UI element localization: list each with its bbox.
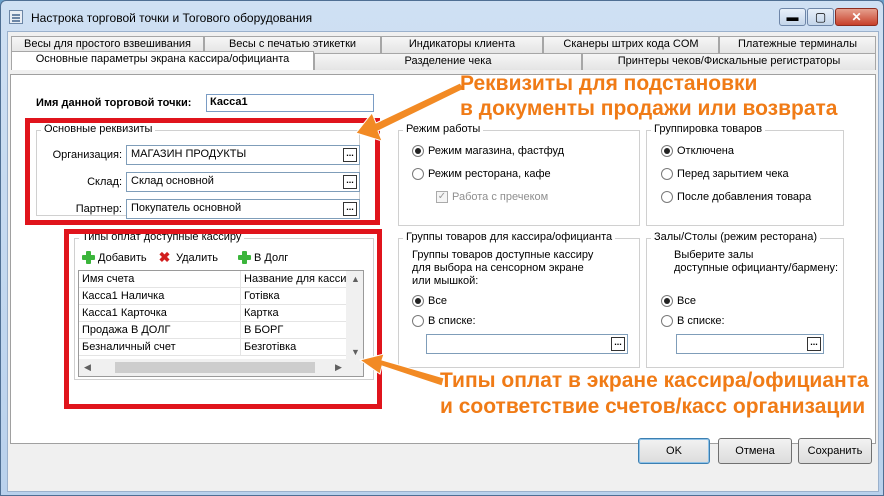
- product-groups-desc-3: или мышкой:: [412, 275, 479, 287]
- tab-customer-display[interactable]: Индикаторы клиента: [381, 36, 543, 53]
- product-groups-select-button[interactable]: ...: [611, 337, 625, 351]
- grouping-title: Группировка товаров: [651, 123, 766, 135]
- arrow-requisites: [355, 82, 465, 142]
- product-groups-list-radio[interactable]: В списке:: [412, 315, 476, 327]
- tab-receipt-printers[interactable]: Принтеры чеков/Фискальные регистраторы: [582, 53, 876, 70]
- grouping-before-close-label: Перед зарытием чека: [677, 168, 789, 180]
- settings-window: Настрока торговой точки и Тогового обору…: [0, 0, 884, 496]
- precheck-checkbox[interactable]: ✓ Работа с пречеком: [436, 191, 548, 203]
- payments-highlight: [64, 229, 382, 409]
- ok-button[interactable]: OK: [638, 438, 710, 464]
- halls-desc-1: Выберите залы: [674, 249, 754, 261]
- cancel-button[interactable]: Отмена: [718, 438, 792, 464]
- tab-check-split[interactable]: Разделение чека: [314, 53, 582, 70]
- close-button[interactable]: ✕: [835, 8, 878, 26]
- tab-payment-terminals[interactable]: Платежные терминалы: [719, 36, 876, 53]
- radio-selected-icon: [661, 145, 673, 157]
- grouping-after-add-label: После добавления товара: [677, 191, 812, 203]
- requisites-highlight: [25, 118, 380, 225]
- product-groups-desc-1: Группы товаров доступные кассиру: [412, 249, 594, 261]
- product-groups-all-radio[interactable]: Все: [412, 295, 447, 307]
- radio-icon: [661, 315, 673, 327]
- annotation-requisites-2: в документы продажи или возврата: [460, 97, 838, 120]
- arrow-payments: [358, 353, 445, 387]
- grouping-off-radio[interactable]: Отключена: [661, 145, 734, 157]
- product-groups-desc-2: для выбора на сенсорном экране: [412, 262, 584, 274]
- tab-barcode-scanners[interactable]: Сканеры штрих кода COM: [543, 36, 719, 53]
- annotation-requisites-1: Реквизиты для подстановки: [460, 72, 758, 95]
- radio-icon: [661, 191, 673, 203]
- mode-restaurant-radio[interactable]: Режим ресторана, кафе: [412, 168, 551, 180]
- product-groups-list-label: В списке:: [428, 315, 476, 327]
- radio-selected-icon: [412, 295, 424, 307]
- tabs-row-2: Основные параметры экрана кассира/официа…: [8, 51, 878, 70]
- precheck-label: Работа с пречеком: [452, 191, 549, 203]
- halls-list-radio[interactable]: В списке:: [661, 315, 725, 327]
- name-label: Имя данной торговой точки:: [36, 97, 192, 109]
- radio-icon: [412, 315, 424, 327]
- dialog-client: Весы для простого взвешивания Весы с печ…: [7, 31, 879, 492]
- window-title: Настрока торговой точки и Тогового обору…: [31, 11, 313, 25]
- halls-all-label: Все: [677, 295, 696, 307]
- annotation-payments-1: Типы оплат в экране кассира/официанта: [440, 369, 869, 392]
- radio-icon: [661, 168, 673, 180]
- radio-icon: [412, 168, 424, 180]
- product-groups-list-field[interactable]: ...: [426, 334, 628, 354]
- annotation-payments-2: и соответствие счетов/касс организации: [440, 395, 866, 418]
- mode-restaurant-label: Режим ресторана, кафе: [428, 168, 551, 180]
- minimize-button[interactable]: ▬: [779, 8, 806, 26]
- radio-selected-icon: [661, 295, 673, 307]
- grouping-off-label: Отключена: [677, 145, 734, 157]
- tab-main-params[interactable]: Основные параметры экрана кассира/официа…: [11, 51, 314, 70]
- maximize-button[interactable]: ▢: [807, 8, 834, 26]
- grouping-after-add-radio[interactable]: После добавления товара: [661, 191, 811, 203]
- save-button[interactable]: Сохранить: [798, 438, 872, 464]
- halls-select-button[interactable]: ...: [807, 337, 821, 351]
- halls-all-radio[interactable]: Все: [661, 295, 696, 307]
- product-groups-all-label: Все: [428, 295, 447, 307]
- app-icon: [9, 10, 23, 24]
- product-groups-title: Группы товаров для кассира/официанта: [403, 231, 616, 243]
- halls-list-label: В списке:: [677, 315, 725, 327]
- halls-list-field[interactable]: ...: [676, 334, 824, 354]
- halls-desc-2: доступные официанту/бармену:: [674, 262, 839, 274]
- checkbox-checked-icon: ✓: [436, 191, 448, 203]
- grouping-before-close-radio[interactable]: Перед зарытием чека: [661, 168, 789, 180]
- title-bar: Настрока торговой точки и Тогового обору…: [1, 1, 883, 33]
- halls-title: Залы/Столы (режим ресторана): [651, 231, 821, 243]
